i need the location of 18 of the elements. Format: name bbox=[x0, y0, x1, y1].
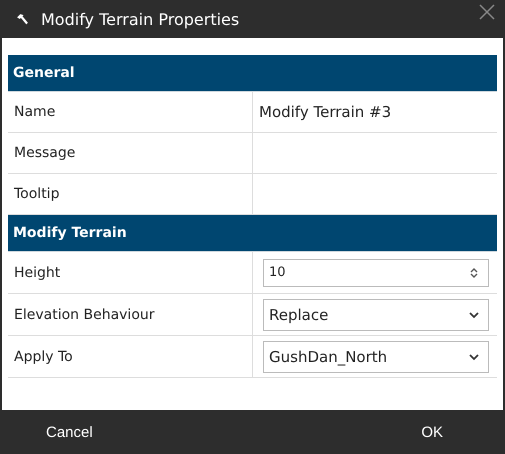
field-value[interactable]: Modify Terrain #3 bbox=[259, 103, 392, 121]
section-header: Modify Terrain bbox=[8, 215, 497, 252]
property-label: Elevation Behaviour bbox=[14, 306, 155, 322]
property-label: Tooltip bbox=[14, 186, 60, 202]
hammer-icon bbox=[16, 12, 29, 26]
ok-button[interactable]: OK bbox=[419, 418, 445, 446]
section-header: General bbox=[8, 55, 497, 92]
number-input[interactable]: 10 bbox=[263, 258, 489, 286]
property-label: Message bbox=[14, 145, 76, 161]
cancel-button[interactable]: Cancel bbox=[44, 418, 95, 446]
property-label: Apply To bbox=[14, 348, 73, 364]
dropdown[interactable]: Replace bbox=[263, 298, 489, 330]
dropdown[interactable]: GushDan_North bbox=[263, 340, 489, 372]
property-label: Height bbox=[14, 264, 60, 280]
spinner-icon[interactable] bbox=[468, 266, 480, 278]
close-icon[interactable] bbox=[479, 4, 495, 20]
window-title: Modify Terrain Properties bbox=[41, 10, 240, 28]
property-label: Name bbox=[14, 104, 56, 120]
